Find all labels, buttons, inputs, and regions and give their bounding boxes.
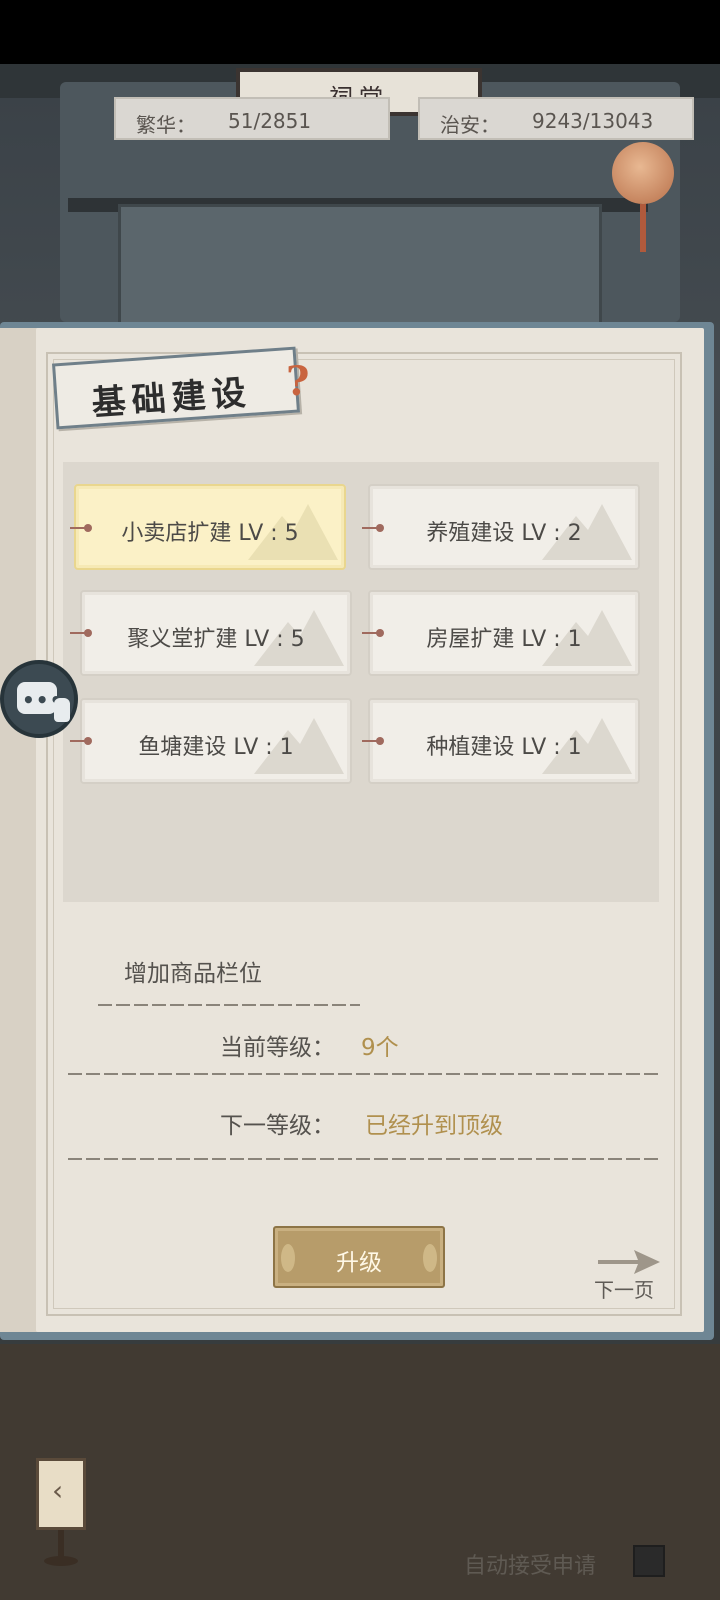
back-lamp-button[interactable]: ‹ (36, 1458, 90, 1568)
book-spine (0, 328, 40, 1332)
panel-title: 基础建设 (90, 372, 253, 424)
prosperity-value: 51/2851 (228, 109, 312, 133)
security-stat: 治安： 9243/13043 (418, 97, 694, 140)
security-value: 9243/13043 (532, 109, 654, 133)
building-card-label: 房屋扩建 LV : 1 (426, 627, 582, 652)
prosperity-stat: 繁华： 51/2851 (114, 97, 390, 140)
jar-icon (54, 698, 70, 722)
next-level-label: 下一等级： (220, 1113, 335, 1139)
building-card-label: 小卖店扩建 LV : 5 (121, 521, 299, 546)
card-connector (362, 628, 386, 638)
next-page-button[interactable]: 下一页 (588, 1246, 662, 1302)
next-level-value: 已经升到顶级 (365, 1113, 503, 1139)
status-bar (0, 0, 720, 64)
building-card-label: 聚义堂扩建 LV : 5 (127, 627, 305, 652)
chat-button[interactable]: ••• (0, 660, 78, 738)
card-connector (362, 523, 386, 533)
building-card-hall[interactable]: 聚义堂扩建 LV : 5 (80, 590, 352, 676)
building-card-label: 鱼塘建设 LV : 1 (138, 735, 294, 760)
divider (68, 1158, 660, 1160)
building-card-shop[interactable]: 小卖店扩建 LV : 5 (74, 484, 346, 570)
current-level-label: 当前等级： (220, 1035, 335, 1061)
divider (98, 1004, 360, 1006)
next-page-label: 下一页 (594, 1278, 654, 1302)
card-connector (362, 736, 386, 746)
current-level-value: 9个 (361, 1035, 399, 1061)
auto-accept-label: 自动接受申请 (464, 1554, 597, 1579)
arrow-right-icon (598, 1250, 660, 1274)
building-card-planting[interactable]: 种植建设 LV : 1 (368, 698, 640, 784)
lantern-tassel (640, 204, 646, 252)
back-icon: ‹ (52, 1474, 64, 1507)
lamp-base (44, 1556, 78, 1566)
lantern-icon (612, 142, 674, 204)
upgrade-button[interactable]: 升级 (273, 1226, 445, 1288)
prosperity-label: 繁华： (136, 113, 196, 137)
building-card-fishpond[interactable]: 鱼塘建设 LV : 1 (80, 698, 352, 784)
building-card-label: 种植建设 LV : 1 (426, 735, 582, 760)
building-card-breeding[interactable]: 养殖建设 LV : 2 (368, 484, 640, 570)
card-connector (70, 523, 94, 533)
effect-title: 增加商品栏位 (124, 961, 262, 987)
card-connector (70, 628, 94, 638)
help-icon[interactable]: ? (286, 358, 309, 405)
building-card-housing[interactable]: 房屋扩建 LV : 1 (368, 590, 640, 676)
hall-floor (0, 1344, 720, 1600)
security-label: 治安： (440, 113, 500, 137)
upgrade-label: 升级 (336, 1250, 382, 1276)
lamp-pole (58, 1530, 64, 1558)
card-connector (70, 736, 94, 746)
building-card-label: 养殖建设 LV : 2 (426, 521, 582, 546)
divider (68, 1073, 660, 1075)
auto-accept-checkbox[interactable] (633, 1545, 665, 1577)
